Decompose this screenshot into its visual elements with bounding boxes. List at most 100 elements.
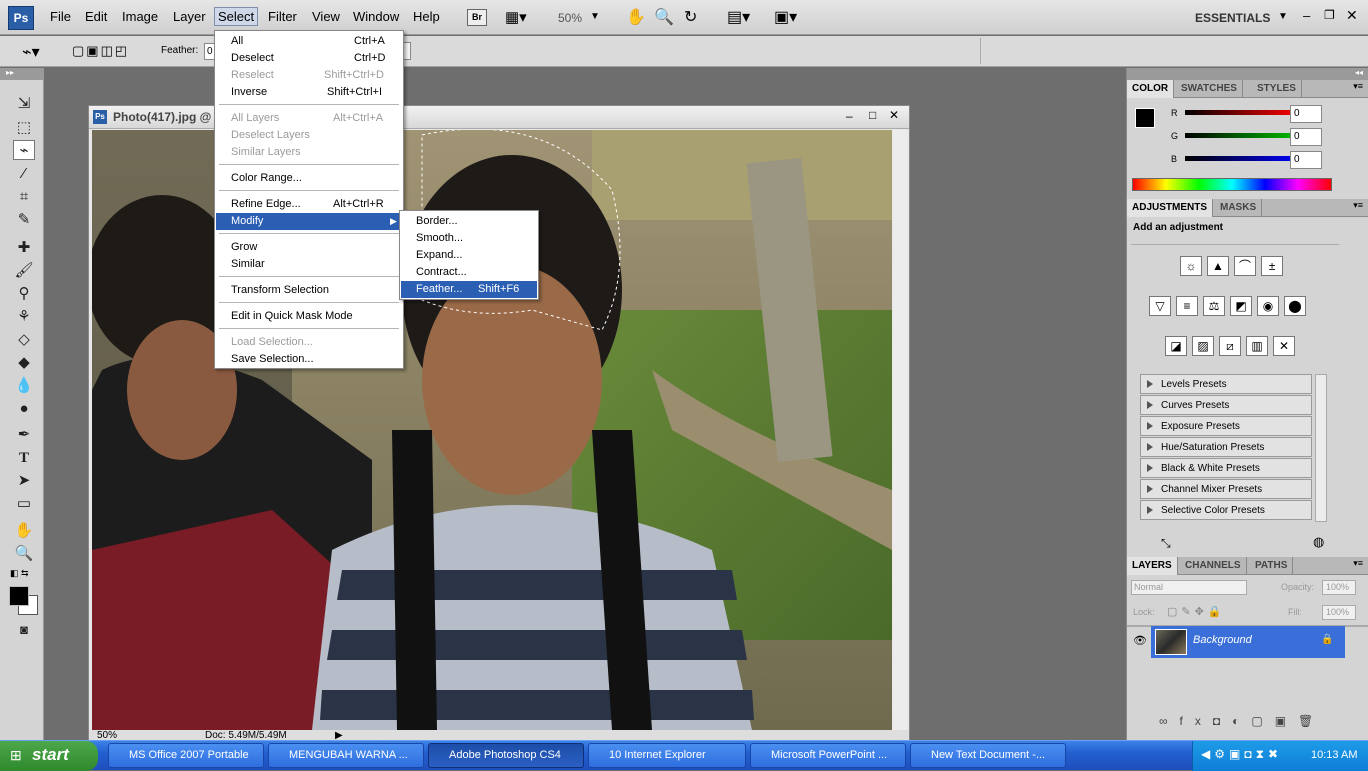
- dock-collapse-icon[interactable]: ◂◂: [1127, 68, 1368, 80]
- history-brush-icon[interactable]: ⚘: [13, 307, 35, 327]
- workspace-switcher[interactable]: ESSENTIALS: [1195, 11, 1270, 25]
- quick-mask-icon[interactable]: ◙: [13, 620, 35, 640]
- preset-selective-color[interactable]: Selective Color Presets: [1140, 500, 1312, 520]
- menu-item-deselect-layers[interactable]: Deselect Layers: [216, 127, 402, 144]
- submenu-item-contract[interactable]: Contract...: [401, 264, 537, 281]
- menu-view[interactable]: View: [312, 9, 340, 24]
- presets-scrollbar[interactable]: [1315, 374, 1327, 522]
- pen-tool-icon[interactable]: ✒: [13, 425, 35, 445]
- menu-item-modify[interactable]: Modify ▶: [216, 213, 402, 230]
- lock-icons[interactable]: ▢✎✥🔒: [1167, 605, 1226, 618]
- type-tool-icon[interactable]: T: [13, 448, 35, 468]
- channel-g-slider[interactable]: [1185, 133, 1299, 138]
- expand-view-icon[interactable]: ⤡: [1161, 536, 1171, 551]
- marquee-tool-icon[interactable]: ⬚: [13, 118, 35, 138]
- brush-tool-icon[interactable]: 🖌: [13, 261, 35, 281]
- clip-to-layer-icon[interactable]: ◍: [1313, 534, 1324, 550]
- submenu-item-feather[interactable]: Feather... Shift+F6: [401, 281, 537, 298]
- invert-icon[interactable]: ◪: [1165, 336, 1187, 356]
- tab-channels[interactable]: CHANNELS: [1180, 557, 1247, 575]
- tab-color[interactable]: COLOR: [1127, 80, 1175, 98]
- menu-filter[interactable]: Filter: [268, 9, 297, 24]
- selection-mode-icons[interactable]: ▢▣◫◰: [72, 43, 129, 59]
- paint-bucket-icon[interactable]: ◆: [13, 353, 35, 373]
- menu-window[interactable]: Window: [353, 9, 399, 24]
- tab-masks[interactable]: MASKS: [1215, 199, 1263, 217]
- menu-help[interactable]: Help: [413, 9, 440, 24]
- zoom-level[interactable]: 50%: [558, 11, 582, 25]
- restore-icon[interactable]: ❐: [1324, 8, 1335, 22]
- gradient-map-icon[interactable]: ▥: [1246, 336, 1268, 356]
- channel-g-value[interactable]: 0: [1290, 128, 1322, 146]
- hue-saturation-icon[interactable]: ≡: [1176, 296, 1198, 316]
- doc-minimize-icon[interactable]: –: [846, 109, 853, 123]
- menu-item-similar-layers[interactable]: Similar Layers: [216, 144, 402, 161]
- zoom-dropdown-icon[interactable]: ▼: [590, 11, 600, 22]
- taskbar-ms-office[interactable]: MS Office 2007 Portable: [108, 743, 264, 768]
- color-foreground-swatch[interactable]: [1135, 108, 1155, 128]
- panel-menu-icon[interactable]: ▾≡: [1353, 558, 1363, 569]
- document-vertical-scrollbar[interactable]: [893, 130, 907, 730]
- opacity-input[interactable]: 100%: [1322, 580, 1356, 595]
- levels-icon[interactable]: ▲: [1207, 256, 1229, 276]
- channel-b-slider[interactable]: [1185, 156, 1299, 161]
- posterize-icon[interactable]: ▨: [1192, 336, 1214, 356]
- preset-hue-saturation[interactable]: Hue/Saturation Presets: [1140, 437, 1312, 457]
- foreground-color-swatch[interactable]: [9, 586, 29, 606]
- brightness-contrast-icon[interactable]: ☼: [1180, 256, 1202, 276]
- menu-select[interactable]: Select: [214, 7, 259, 26]
- black-white-icon[interactable]: ◩: [1230, 296, 1252, 316]
- taskbar-mengubah-warna[interactable]: MENGUBAH WARNA ...: [268, 743, 424, 768]
- hand-tool-icon[interactable]: ✋: [626, 7, 646, 27]
- taskbar-photoshop[interactable]: Adobe Photoshop CS4: [428, 743, 584, 768]
- tab-swatches[interactable]: SWATCHES: [1176, 80, 1243, 98]
- vibrance-icon[interactable]: ▽: [1149, 296, 1171, 316]
- healing-brush-icon[interactable]: ✚: [13, 238, 35, 258]
- taskbar-internet-explorer[interactable]: 10 Internet Explorer: [588, 743, 746, 768]
- fill-input[interactable]: 100%: [1322, 605, 1356, 620]
- clone-stamp-icon[interactable]: ⚲: [13, 284, 35, 304]
- screen-mode-icon[interactable]: ▣▾: [774, 7, 797, 27]
- menu-image[interactable]: Image: [122, 9, 158, 24]
- color-balance-icon[interactable]: ⚖: [1203, 296, 1225, 316]
- blur-tool-icon[interactable]: 💧: [13, 376, 35, 396]
- menu-item-save-selection[interactable]: Save Selection...: [216, 351, 402, 368]
- rotate-view-icon[interactable]: ↻: [684, 7, 697, 27]
- zoom-tool-icon[interactable]: 🔍: [654, 7, 674, 27]
- default-colors-icon[interactable]: ◧ ⇆: [10, 568, 29, 579]
- preset-exposure[interactable]: Exposure Presets: [1140, 416, 1312, 436]
- layers-footer-icons[interactable]: ∞fx◘◐▢▣🗑: [1159, 714, 1325, 728]
- photo-filter-icon[interactable]: ◉: [1257, 296, 1279, 316]
- taskbar-powerpoint[interactable]: Microsoft PowerPoint ...: [750, 743, 906, 768]
- menu-item-all-layers[interactable]: All Layers Alt+Ctrl+A: [216, 110, 402, 127]
- lasso-preset-icon[interactable]: ⌁▾: [22, 42, 40, 62]
- color-spectrum-bar[interactable]: [1132, 178, 1332, 191]
- zoom-icon[interactable]: 🔍: [13, 544, 35, 564]
- menu-item-inverse[interactable]: Inverse Shift+Ctrl+I: [216, 84, 402, 101]
- bridge-button[interactable]: Br: [467, 9, 487, 26]
- path-selection-icon[interactable]: ➤: [13, 471, 35, 491]
- preset-levels[interactable]: Levels Presets: [1140, 374, 1312, 394]
- tab-paths[interactable]: PATHS: [1250, 557, 1294, 575]
- submenu-item-smooth[interactable]: Smooth...: [401, 230, 537, 247]
- menu-item-reselect[interactable]: Reselect Shift+Ctrl+D: [216, 67, 402, 84]
- channel-mixer-icon[interactable]: ⬤: [1284, 296, 1306, 316]
- curves-icon[interactable]: ⌒: [1234, 256, 1256, 276]
- tab-styles[interactable]: STYLES: [1252, 80, 1302, 98]
- menu-item-refine-edge[interactable]: Refine Edge... Alt+Ctrl+R: [216, 196, 402, 213]
- menu-edit[interactable]: Edit: [85, 9, 107, 24]
- shape-tool-icon[interactable]: ▭: [13, 494, 35, 514]
- doc-maximize-icon[interactable]: □: [869, 108, 876, 122]
- panel-menu-icon[interactable]: ▾≡: [1353, 200, 1363, 211]
- blend-mode-select[interactable]: Normal: [1131, 580, 1247, 595]
- submenu-item-expand[interactable]: Expand...: [401, 247, 537, 264]
- exposure-icon[interactable]: ±: [1261, 256, 1283, 276]
- panel-menu-icon[interactable]: ▾≡: [1353, 81, 1363, 92]
- move-tool-icon[interactable]: ⇲: [13, 94, 35, 114]
- menu-file[interactable]: File: [50, 9, 71, 24]
- hand-icon[interactable]: ✋: [13, 521, 35, 541]
- minimize-icon[interactable]: –: [1303, 8, 1310, 23]
- menu-item-deselect[interactable]: Deselect Ctrl+D: [216, 50, 402, 67]
- layer-row-background[interactable]: Background 🔒: [1151, 626, 1345, 658]
- menu-layer[interactable]: Layer: [173, 9, 206, 24]
